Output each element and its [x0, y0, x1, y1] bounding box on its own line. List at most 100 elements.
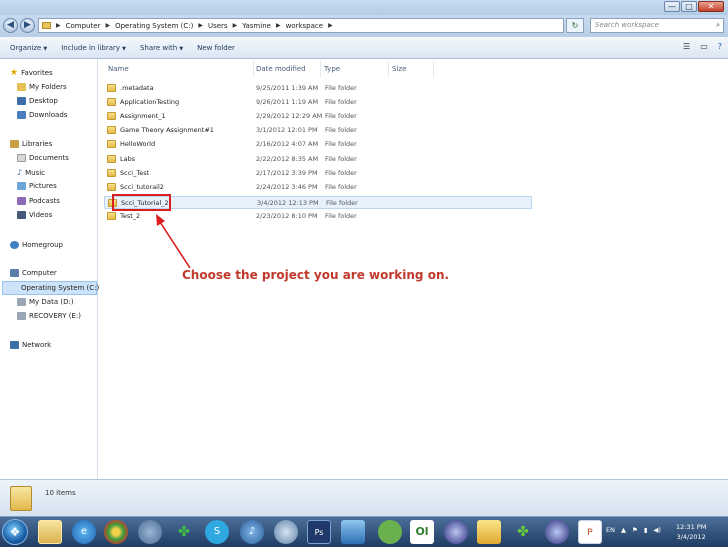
folder-small-icon	[42, 22, 51, 29]
flag-icon[interactable]: ⚑	[632, 526, 638, 534]
nav-documents-label: Documents	[29, 154, 69, 162]
skype-icon[interactable]: S	[205, 520, 229, 544]
itunes-icon[interactable]: ♪	[240, 520, 264, 544]
eclipse-icon[interactable]	[545, 520, 569, 544]
libraries-icon	[10, 140, 19, 148]
tray-arrow-icon[interactable]: ▲	[621, 526, 626, 534]
volume-icon[interactable]: ◀)	[653, 526, 661, 534]
folder-icon	[107, 155, 116, 163]
nav-libraries[interactable]: Libraries	[10, 140, 52, 148]
clover-icon[interactable]: ✤	[511, 520, 535, 544]
nav-downloads-label: Downloads	[29, 111, 68, 119]
nav-computer[interactable]: Computer	[10, 269, 57, 277]
address-row: ◀ ▶ ▶ Computer ▶ Operating System (C:) ▶…	[0, 15, 728, 37]
nav-computer-label: Computer	[22, 269, 57, 277]
folder-icon	[107, 98, 116, 106]
table-row[interactable]: HelloWorld 2/16/2012 4:07 AM File folder	[104, 138, 532, 151]
breadcrumb-separator-icon: ▶	[105, 22, 111, 29]
nav-podcasts-label: Podcasts	[29, 197, 60, 205]
title-bar: — □ ✕	[0, 0, 728, 15]
start-button[interactable]: ❖	[2, 519, 28, 545]
photoshop-icon[interactable]: Ps	[307, 520, 331, 544]
view-controls: ☰ ▭ ?	[683, 42, 722, 51]
nav-network[interactable]: Network	[10, 341, 51, 349]
table-row[interactable]: Assignment_1 2/29/2012 12:29 AM File fol…	[104, 110, 532, 123]
network-signal-icon[interactable]: ▮	[644, 526, 648, 534]
forward-arrow-icon: ▶	[24, 20, 31, 30]
view-options-icon[interactable]: ☰	[683, 42, 690, 51]
nav-operating-system-c[interactable]: Operating System (C:)	[2, 281, 99, 295]
close-button[interactable]: ✕	[698, 1, 724, 12]
table-row[interactable]: ApplicationTesting 9/26/2011 1:19 AM Fil…	[104, 96, 532, 109]
drive-icon	[17, 312, 26, 320]
clock-date: 3/4/2012	[676, 533, 706, 541]
new-folder-button[interactable]: New folder	[197, 44, 235, 52]
nav-favorites-label: Favorites	[21, 69, 53, 77]
nav-downloads[interactable]: Downloads	[17, 111, 67, 119]
forward-button[interactable]: ▶	[20, 18, 35, 33]
nav-favorites[interactable]: ★ Favorites	[10, 68, 53, 78]
column-header-date[interactable]: Date modified	[256, 65, 306, 73]
breadcrumb-yasmine[interactable]: Yasmine	[242, 22, 271, 30]
language-indicator[interactable]: EN	[606, 526, 615, 534]
nav-pictures[interactable]: Pictures	[17, 182, 57, 190]
image-viewer-icon[interactable]	[341, 520, 365, 544]
eclipse-icon[interactable]	[444, 520, 468, 544]
chrome-icon[interactable]	[104, 520, 128, 544]
column-header-size[interactable]: Size	[392, 65, 406, 73]
nav-recovery-e[interactable]: RECOVERY (E:)	[17, 312, 81, 320]
onenote-icon[interactable]: Ol	[410, 520, 434, 544]
breadcrumb-workspace[interactable]: workspace	[286, 22, 323, 30]
nav-documents[interactable]: Documents	[17, 154, 69, 162]
nav-videos-label: Videos	[29, 211, 53, 219]
table-row[interactable]: Labs 2/22/2012 8:35 AM File folder	[104, 153, 532, 166]
address-bar[interactable]: ▶ Computer ▶ Operating System (C:) ▶ Use…	[38, 18, 564, 33]
app-icon[interactable]	[378, 520, 402, 544]
app-icon[interactable]	[274, 520, 298, 544]
powerpoint-icon[interactable]: P	[578, 520, 602, 544]
nav-my-folders[interactable]: My Folders	[17, 83, 67, 91]
nav-podcasts[interactable]: Podcasts	[17, 197, 60, 205]
column-header-name[interactable]: Name	[108, 65, 129, 73]
nav-my-data-d-label: My Data (D:)	[29, 298, 74, 306]
table-row[interactable]: Scci_tutorail2 2/24/2012 3:46 PM File fo…	[104, 181, 532, 194]
back-button[interactable]: ◀	[3, 18, 18, 33]
column-header-type[interactable]: Type	[324, 65, 340, 73]
share-with-label: Share with	[139, 43, 178, 52]
maximize-button[interactable]: □	[681, 1, 697, 12]
preview-pane-icon[interactable]: ▭	[700, 42, 708, 51]
nav-my-data-d[interactable]: My Data (D:)	[17, 298, 74, 306]
file-name: Scci_tutorail2	[120, 183, 164, 191]
table-row[interactable]: Game Theory Assignment#1 3/1/2012 12:01 …	[104, 124, 532, 137]
include-in-library-button[interactable]: Include in library ▼	[61, 44, 126, 52]
minimize-button[interactable]: —	[664, 1, 680, 12]
breadcrumb-users[interactable]: Users	[208, 22, 228, 30]
file-type: File folder	[325, 169, 357, 177]
search-input[interactable]: Search workspace ⌕	[590, 18, 724, 33]
nav-music[interactable]: ♪ Music	[17, 168, 45, 177]
table-row[interactable]: Scci_Test 2/17/2012 3:39 PM File folder	[104, 167, 532, 180]
clover-icon[interactable]: ✤	[172, 520, 196, 544]
file-type: File folder	[325, 126, 357, 134]
nav-homegroup[interactable]: Homegroup	[10, 241, 63, 249]
clock[interactable]: 12:31 PM 3/4/2012	[676, 522, 706, 542]
folder-taskbar-icon[interactable]	[477, 520, 501, 544]
column-divider	[388, 61, 389, 77]
help-icon[interactable]: ?	[718, 42, 722, 51]
nav-desktop[interactable]: Desktop	[17, 97, 58, 105]
media-center-icon[interactable]	[138, 520, 162, 544]
window-controls: — □ ✕	[664, 1, 724, 12]
file-type: File folder	[326, 199, 358, 207]
organize-button[interactable]: Organize ▼	[10, 44, 47, 52]
nav-videos[interactable]: Videos	[17, 211, 52, 219]
breadcrumb-os-c[interactable]: Operating System (C:)	[115, 22, 193, 30]
table-row[interactable]: Test_2 2/23/2012 8:10 PM File folder	[104, 210, 532, 223]
breadcrumb-computer[interactable]: Computer	[66, 22, 101, 30]
file-type: File folder	[325, 140, 357, 148]
share-with-button[interactable]: Share with ▼	[140, 44, 183, 52]
table-row[interactable]: .metadata 9/25/2011 1:39 AM File folder	[104, 82, 532, 95]
internet-explorer-icon[interactable]: e	[72, 520, 96, 544]
nav-recovery-e-label: RECOVERY (E:)	[29, 312, 81, 320]
explorer-taskbar-icon[interactable]	[38, 520, 62, 544]
refresh-button[interactable]: ↻	[566, 18, 584, 33]
